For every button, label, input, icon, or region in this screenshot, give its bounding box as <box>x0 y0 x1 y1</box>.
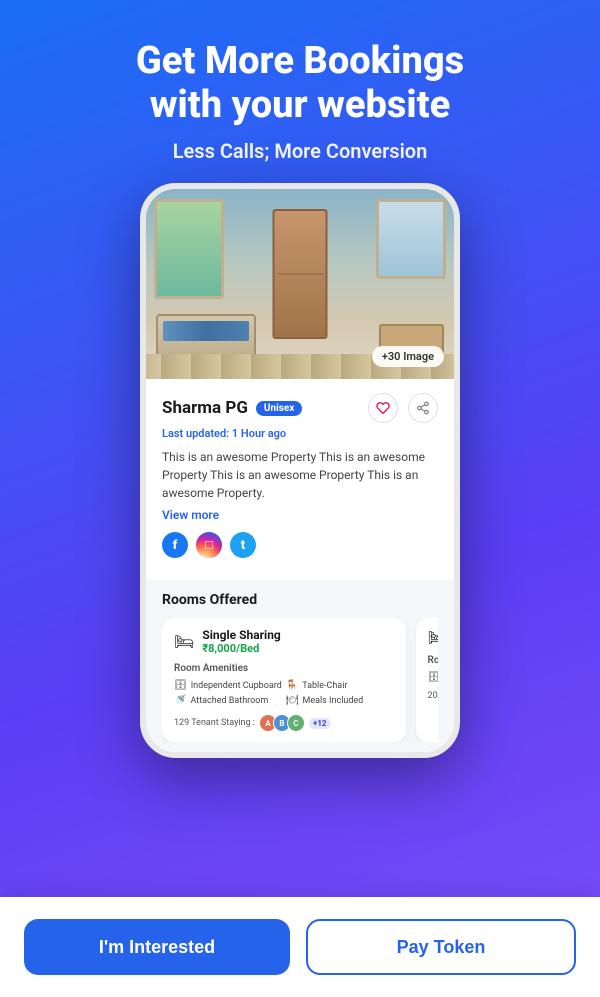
amenity-table-chair: 🪑Table-Chair <box>286 680 394 691</box>
tenants-row-double: 209 Tenant S... <box>428 691 438 701</box>
property-info: Sharma PG Unisex <box>146 379 454 580</box>
main-title: Get More Bookings with your website <box>136 40 464 127</box>
rooms-scroll: 🛏 Single Sharing ₹8,000/Bed Room Ameniti… <box>162 618 438 742</box>
instagram-icon[interactable]: □ <box>196 532 222 558</box>
room-image: +30 Image <box>146 189 454 379</box>
amenities-title-single: Room Amenities <box>174 663 394 674</box>
unisex-badge: Unisex <box>256 401 302 416</box>
amenity-cupboard-d: 🗄Independer... <box>428 672 438 683</box>
facebook-icon[interactable]: f <box>162 532 188 558</box>
amenities-grid-double: 🗄Independer... 🚿Attached B... <box>428 672 438 683</box>
description: This is an awesome Property This is an a… <box>162 448 438 502</box>
rooms-title: Rooms Offered <box>162 592 438 608</box>
amenity-meals: 🍽Meals Included <box>286 695 394 706</box>
tenants-row-single: 129 Tenant Staying : A B C +12 <box>174 714 394 732</box>
amenity-bathroom: 🚿Attached Bathroom <box>174 695 282 706</box>
room-icon: 🛏 <box>174 632 194 651</box>
pay-token-button[interactable]: Pay Token <box>306 919 576 975</box>
share-button[interactable] <box>408 393 438 423</box>
social-icons: f □ t <box>162 532 438 558</box>
phone-frame: +30 Image Sharma PG Unisex <box>140 183 460 758</box>
interested-button[interactable]: I'm Interested <box>24 919 290 975</box>
favorite-button[interactable] <box>368 393 398 423</box>
amenity-cupboard: 🗄Independent Cupboard <box>174 680 282 691</box>
amenities-title-double: Room Ameniti... <box>428 655 438 666</box>
last-updated: Last updated: 1 Hour ago <box>162 427 438 440</box>
image-badge: +30 Image <box>372 346 444 367</box>
phone-wrapper: +30 Image Sharma PG Unisex <box>130 183 470 997</box>
property-name: Sharma PG <box>162 398 248 418</box>
room-type-single: Single Sharing <box>202 628 280 642</box>
more-tenants-badge: +12 <box>309 718 331 729</box>
header-section: Get More Bookings with your website Less… <box>106 0 494 183</box>
view-more-link[interactable]: View more <box>162 508 438 522</box>
room-card-single[interactable]: 🛏 Single Sharing ₹8,000/Bed Room Ameniti… <box>162 618 406 742</box>
rooms-section: Rooms Offered 🛏 Single Sharing ₹8,000/Be… <box>146 580 454 752</box>
amenities-grid-single: 🗄Independent Cupboard 🪑Table-Chair 🚿Atta… <box>174 680 394 706</box>
subtitle: Less Calls; More Conversion <box>136 139 464 163</box>
twitter-icon[interactable]: t <box>230 532 256 558</box>
room-card-double[interactable]: 🛏 Doub... Room Ameniti... 🗄Independer...… <box>416 618 438 742</box>
tenant-avatar-3: C <box>287 714 305 732</box>
room-icon-double: 🛏 <box>428 628 438 647</box>
room-price-single: ₹8,000/Bed <box>202 642 280 655</box>
bottom-cta: I'm Interested Pay Token <box>0 897 600 997</box>
